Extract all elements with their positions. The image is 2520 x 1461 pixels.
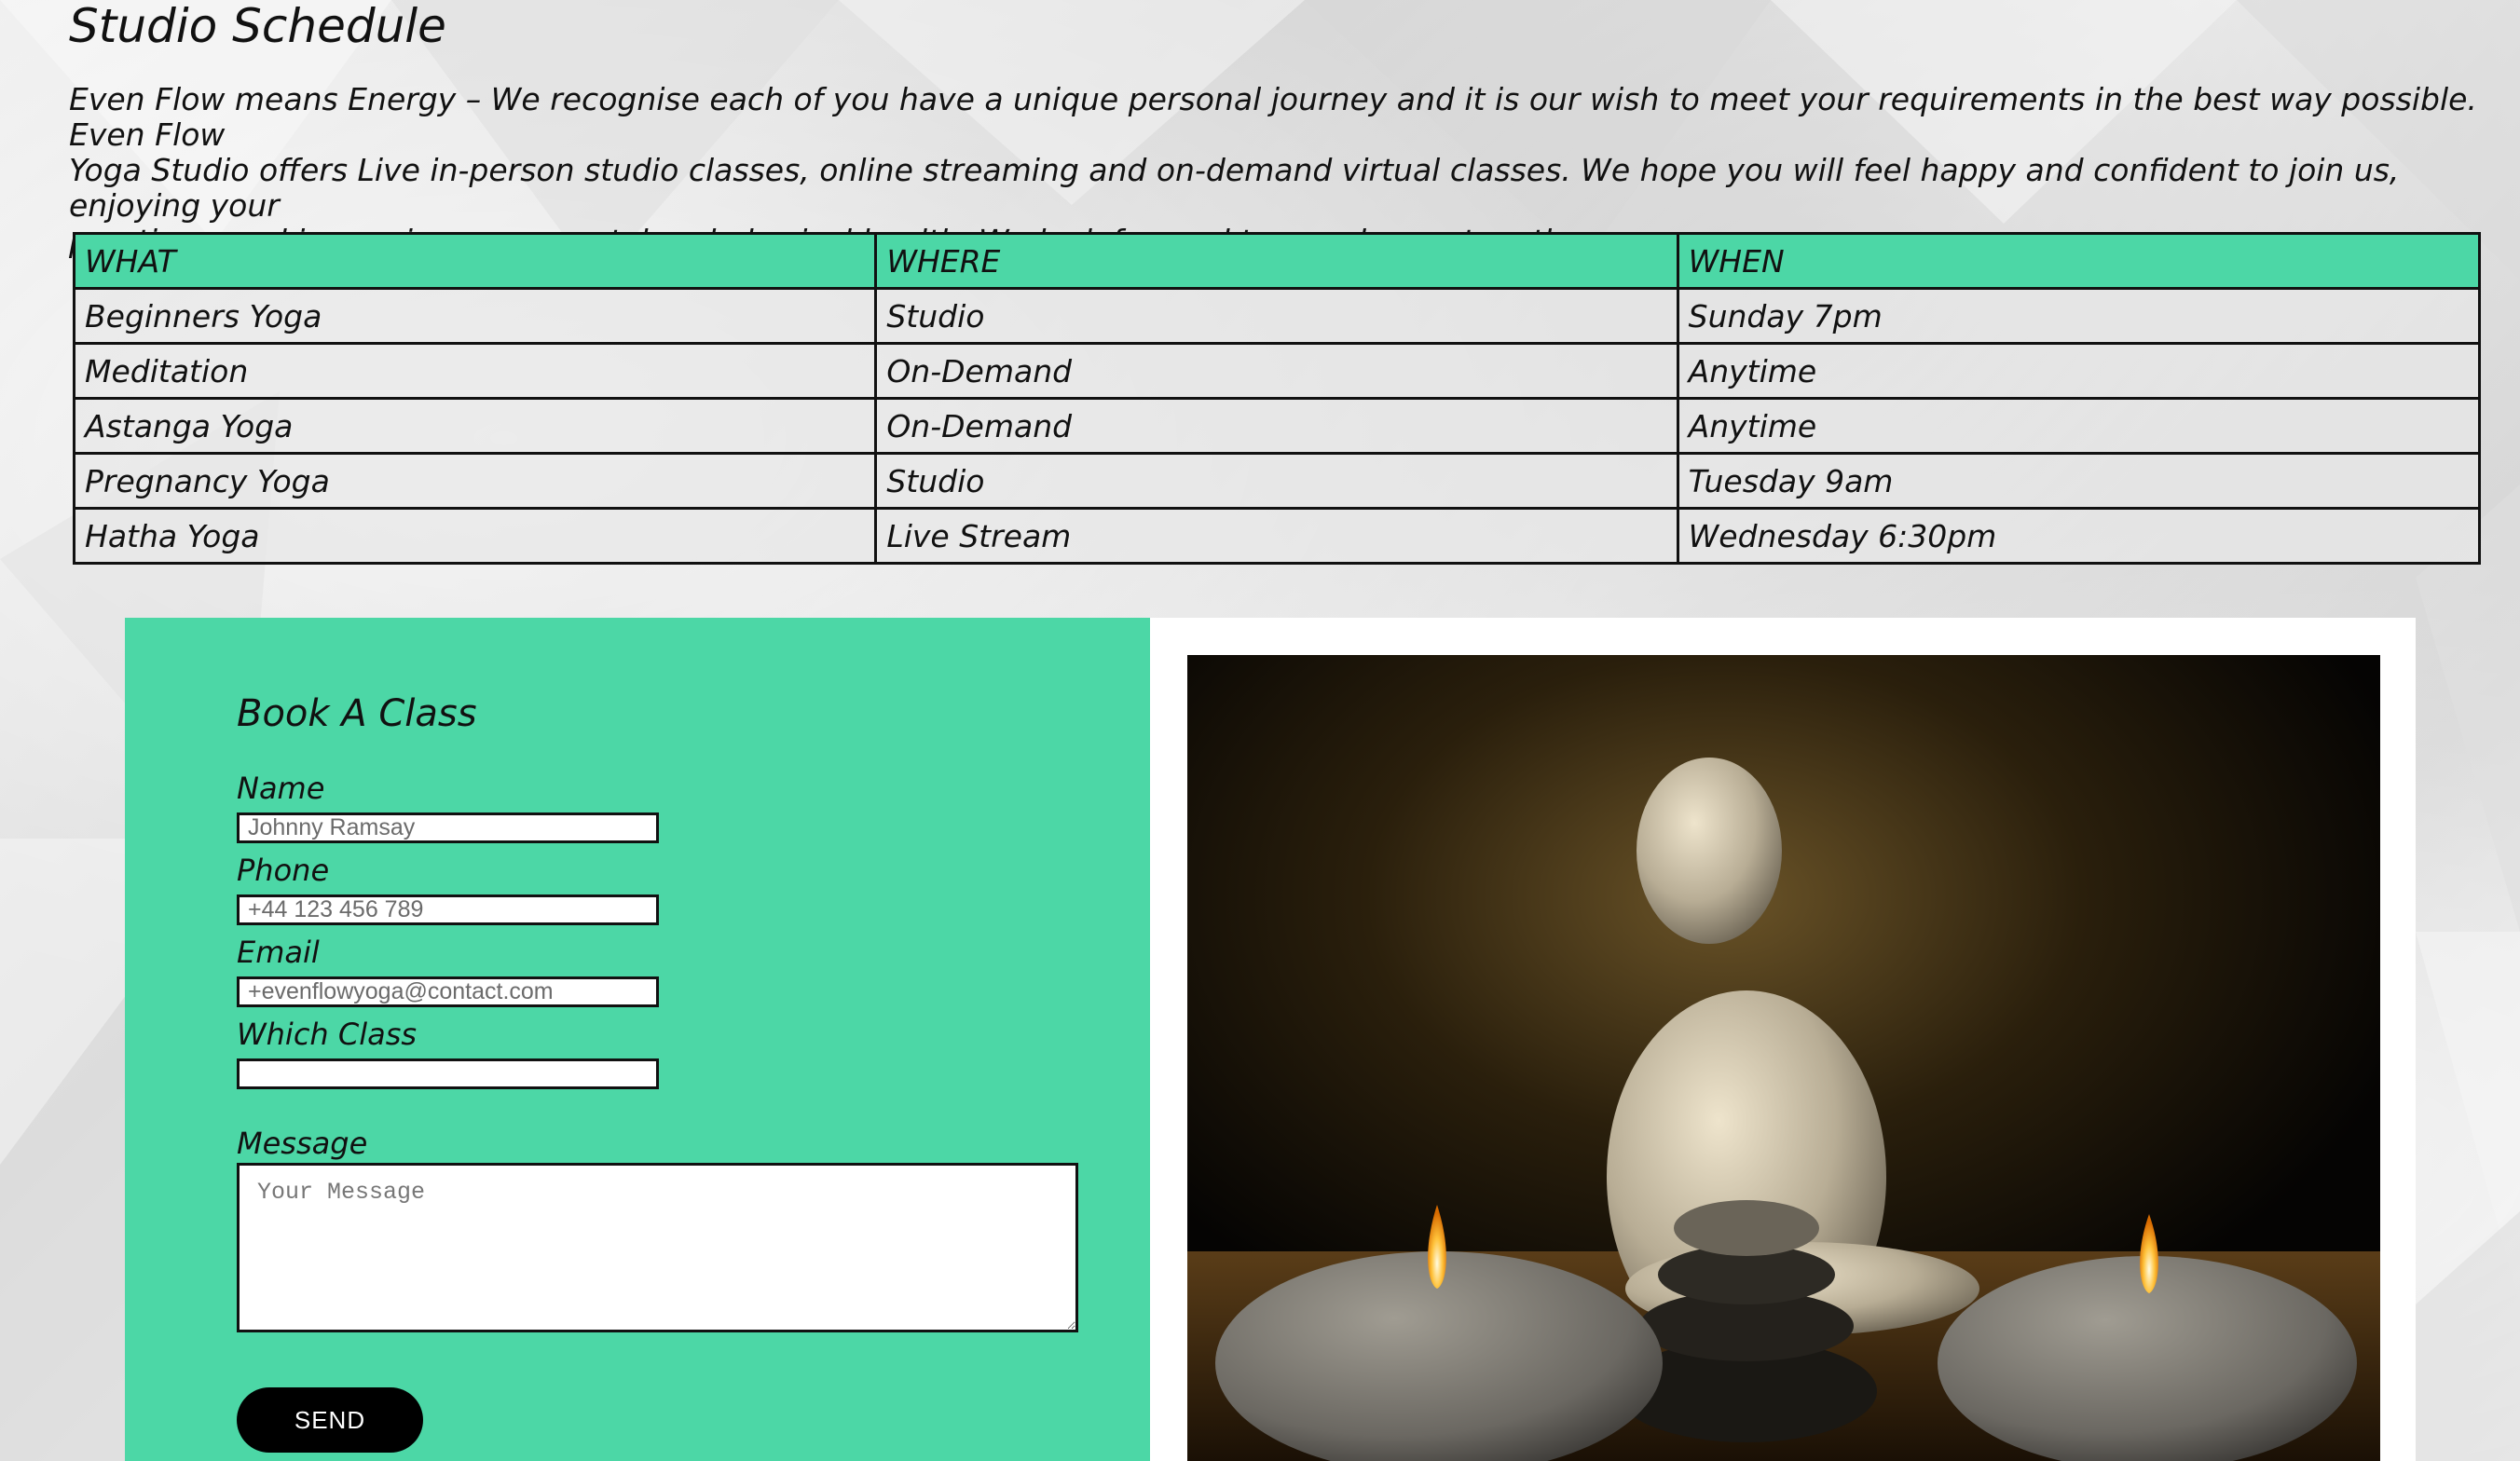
class-name: Beginners Yoga <box>72 287 878 345</box>
class-location: On-Demand <box>874 397 1679 455</box>
class-time: Wednesday 6:30pm <box>1676 507 2482 565</box>
schedule-table: WHAT WHERE WHEN Beginners Yoga Studio Su… <box>72 232 2482 565</box>
page-title: Studio Schedule <box>69 0 446 53</box>
class-time: Anytime <box>1676 397 2482 455</box>
class-location: Studio <box>874 287 1679 345</box>
class-name: Pregnancy Yoga <box>72 452 878 510</box>
buddha-candles-photo <box>1187 655 2380 1461</box>
booking-section: Book A Class Name Phone Email Which Clas… <box>125 618 2416 1461</box>
header-what: WHAT <box>72 232 878 290</box>
schedule-header-row: WHAT WHERE WHEN <box>72 232 2482 290</box>
email-field[interactable] <box>237 976 659 1007</box>
class-field[interactable] <box>237 1058 659 1089</box>
class-name: Astanga Yoga <box>72 397 878 455</box>
send-button[interactable]: SEND <box>237 1387 423 1453</box>
class-location: On-Demand <box>874 342 1679 400</box>
table-row: Astanga Yoga On-Demand Anytime <box>72 397 2482 455</box>
phone-label: Phone <box>237 853 330 888</box>
class-name: Hatha Yoga <box>72 507 878 565</box>
email-label: Email <box>237 935 320 970</box>
message-field[interactable] <box>237 1163 1078 1332</box>
class-location: Studio <box>874 452 1679 510</box>
name-label: Name <box>237 771 325 806</box>
class-time: Sunday 7pm <box>1676 287 2482 345</box>
header-where: WHERE <box>874 232 1679 290</box>
name-field[interactable] <box>237 812 659 843</box>
table-row: Meditation On-Demand Anytime <box>72 342 2482 400</box>
class-time: Anytime <box>1676 342 2482 400</box>
booking-form: Book A Class Name Phone Email Which Clas… <box>125 618 1150 1461</box>
table-row: Pregnancy Yoga Studio Tuesday 9am <box>72 452 2482 510</box>
class-name: Meditation <box>72 342 878 400</box>
class-location: Live Stream <box>874 507 1679 565</box>
table-row: Hatha Yoga Live Stream Wednesday 6:30pm <box>72 507 2482 565</box>
table-row: Beginners Yoga Studio Sunday 7pm <box>72 287 2482 345</box>
phone-field[interactable] <box>237 894 659 925</box>
message-label: Message <box>237 1126 368 1161</box>
photo-illustration <box>1187 655 2380 1461</box>
class-time: Tuesday 9am <box>1676 452 2482 510</box>
class-label: Which Class <box>237 1017 418 1052</box>
form-title: Book A Class <box>237 692 477 735</box>
header-when: WHEN <box>1676 232 2482 290</box>
